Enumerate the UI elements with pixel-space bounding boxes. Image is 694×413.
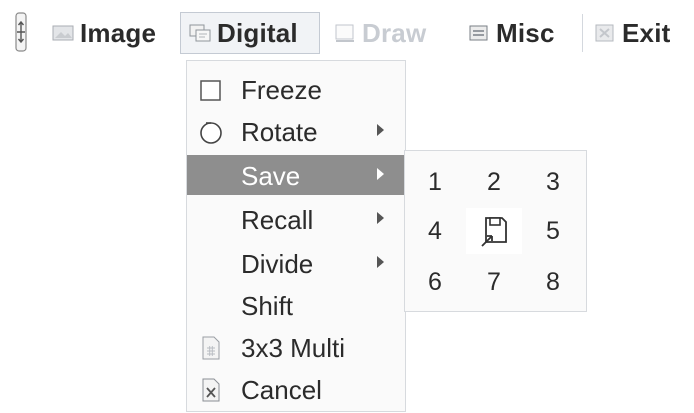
menu-item-divide[interactable]: Divide [187, 243, 405, 283]
menu-misc[interactable]: Misc [468, 12, 572, 54]
submenu-arrow-icon [377, 168, 384, 180]
menu-item-cancel-label: Cancel [241, 375, 322, 405]
menu-image-label: Image [80, 17, 157, 48]
menu-item-recall-label: Recall [241, 205, 314, 235]
menu-item-recall[interactable]: Recall [187, 199, 405, 239]
menu-item-3x3-multi-label: 3x3 Multi [241, 333, 346, 363]
misc-icon [469, 25, 488, 41]
toolbar-grip-icon[interactable] [14, 12, 28, 52]
menu-item-freeze-label: Freeze [241, 75, 322, 105]
menu-item-rotate-label: Rotate [241, 117, 318, 147]
menu-item-cancel[interactable]: Cancel [187, 369, 405, 409]
save-center-button[interactable] [466, 208, 522, 254]
menu-digital[interactable]: Digital [180, 12, 320, 54]
save-icon [481, 217, 507, 247]
submenu-arrow-icon [377, 212, 384, 224]
menu-item-save-label: Save [241, 161, 301, 191]
save-slot-5[interactable]: 5 [525, 208, 581, 254]
submenu-arrow-icon [377, 124, 384, 136]
menu-separator [582, 14, 583, 52]
save-slot-3[interactable]: 3 [525, 159, 581, 205]
save-slot-2[interactable]: 2 [466, 159, 522, 205]
menu-digital-label: Digital [217, 17, 298, 48]
menu-exit-label: Exit [622, 17, 671, 48]
menu-item-save[interactable]: Save [187, 155, 405, 195]
menu-draw-label: Draw [362, 17, 427, 48]
rotate-icon [200, 122, 222, 144]
menu-item-freeze[interactable]: Freeze [187, 69, 405, 109]
menu-item-3x3-multi[interactable]: 3x3 Multi [187, 327, 405, 367]
menu-item-rotate[interactable]: Rotate [187, 111, 405, 151]
save-slot-1[interactable]: 1 [407, 159, 463, 205]
save-slot-4[interactable]: 4 [407, 208, 463, 254]
menu-exit[interactable]: Exit [594, 12, 690, 54]
save-slot-6[interactable]: 6 [407, 259, 463, 305]
menu-item-shift-label: Shift [241, 291, 294, 321]
grid-icon [202, 336, 220, 360]
save-slot-7[interactable]: 7 [466, 259, 522, 305]
menu-misc-label: Misc [496, 17, 555, 48]
menu-draw[interactable]: Draw [334, 12, 446, 54]
exit-icon [595, 24, 614, 42]
digital-dropdown-menu: Freeze Rotate Save Recall Divide Shift 3… [186, 60, 406, 412]
menu-item-shift[interactable]: Shift [187, 285, 405, 325]
save-submenu: 1 2 3 4 5 6 7 8 [404, 150, 587, 312]
image-icon [52, 25, 74, 41]
digital-icon [189, 24, 211, 42]
menu-bar: Image Digital Draw Misc Exit [0, 0, 694, 64]
cancel-icon [202, 378, 220, 402]
menu-image[interactable]: Image [52, 12, 170, 54]
menu-item-divide-label: Divide [241, 249, 314, 279]
submenu-arrow-icon [377, 256, 384, 268]
draw-icon [335, 24, 354, 42]
checkbox-icon[interactable] [199, 78, 223, 102]
save-slot-8[interactable]: 8 [525, 259, 581, 305]
